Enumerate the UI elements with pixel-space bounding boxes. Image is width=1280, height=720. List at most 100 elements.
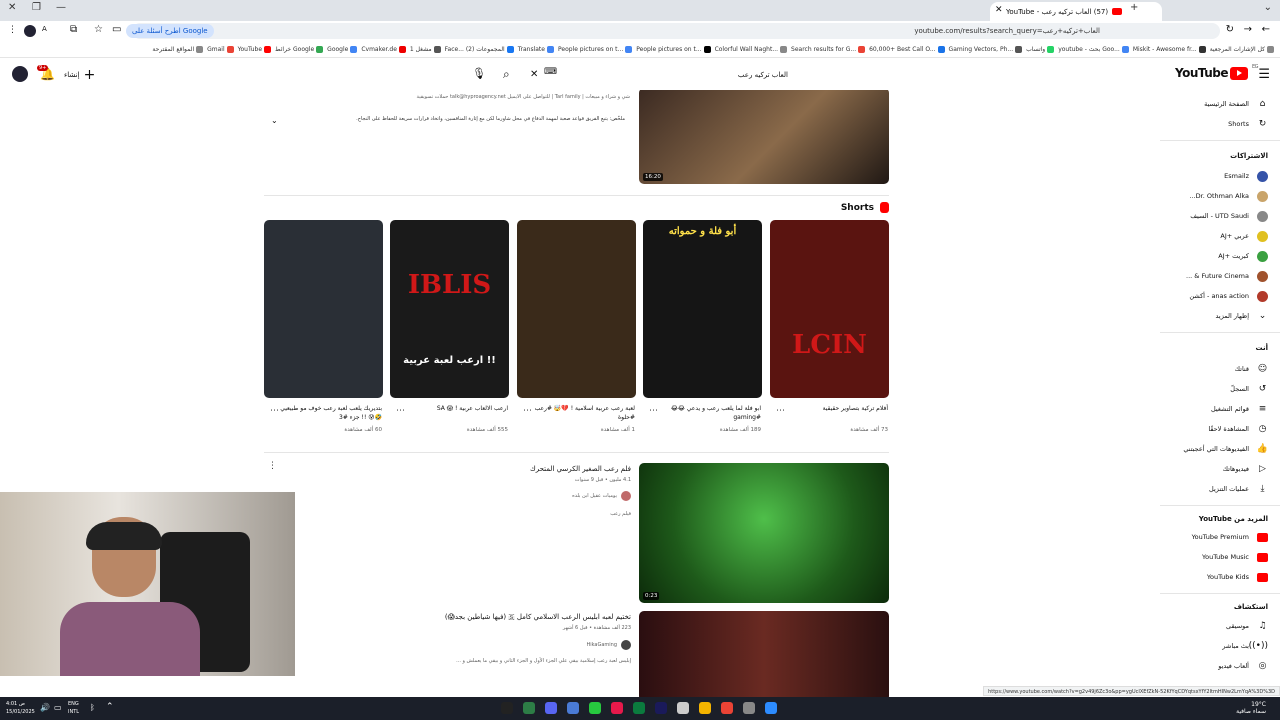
new-tab-icon[interactable]: +	[1130, 2, 1138, 13]
sidebar-item-you[interactable]: ▷ فيديوهاتك	[1223, 462, 1268, 476]
extensions-icon[interactable]: ⧉	[70, 24, 77, 35]
sidebar-item-you[interactable]: ☺ قناتك	[1235, 362, 1268, 376]
sidebar-subscriptions-header[interactable]: الاشتراكات	[1230, 152, 1268, 160]
profile-avatar[interactable]	[24, 25, 36, 37]
sidebar-item-show-more[interactable]: ⌄ إظهار المزيد	[1215, 309, 1268, 323]
taskbar-app-icon[interactable]	[743, 702, 755, 714]
bookmark-item[interactable]: مشغل 1	[410, 46, 441, 53]
sidebar-item-explore[interactable]: ♫ موسيقى	[1226, 619, 1268, 633]
bookmark-item[interactable]: Gaming Vectors, Ph...	[949, 46, 1023, 53]
volume-icon[interactable]: 🔊	[40, 703, 50, 712]
short-title[interactable]: ارعب الالعاب عربية ! 😱 SA	[398, 404, 508, 413]
create-button[interactable]: إنشاء +	[64, 67, 95, 83]
account-avatar[interactable]	[12, 66, 28, 82]
video3-channel[interactable]: HikaGaming	[300, 640, 631, 650]
taskbar-app-icon[interactable]	[699, 702, 711, 714]
expand-chevron-icon[interactable]: ⌄	[271, 116, 278, 125]
video2-title[interactable]: فلم رعب الصغير الكرسي المتحرك	[300, 465, 631, 473]
bookmark-item[interactable]: خرائط Google	[275, 46, 324, 53]
menu-hamburger-icon[interactable]: ☰	[1258, 67, 1270, 82]
bookmark-item[interactable]: Translate	[518, 46, 554, 53]
bookmark-item[interactable]: Google	[327, 46, 358, 53]
short-more-icon[interactable]: ⋯	[776, 406, 785, 416]
back-icon[interactable]: ←	[1262, 24, 1270, 35]
sidebar-item-subscription[interactable]: Future Cinema & ...	[1186, 269, 1268, 283]
taskbar-app-icon[interactable]	[655, 702, 667, 714]
taskbar-app-icon[interactable]	[589, 702, 601, 714]
language-indicator[interactable]: ENG INTL	[68, 700, 79, 716]
short-more-icon[interactable]: ⋯	[649, 406, 658, 416]
close-tab-icon[interactable]: ✕	[995, 5, 1003, 15]
bookmark-item[interactable]: Gmail	[207, 46, 234, 53]
video3-thumbnail[interactable]	[639, 611, 889, 697]
sidebar-you-header[interactable]: أنت	[1256, 344, 1268, 352]
short-title[interactable]: بتديريك يلعب لعبة رعب خوف مو طبيعيي 🤣😰 !…	[272, 404, 382, 422]
mic-icon[interactable]: 🎙	[472, 67, 486, 80]
taskbar-app-icon[interactable]	[523, 702, 535, 714]
keyboard-icon[interactable]: ⌨	[544, 67, 557, 77]
sidebar-item-subscription[interactable]: anas action - أكشن	[1189, 289, 1268, 303]
sidebar-item-youtube-product[interactable]: YouTube Kids	[1207, 570, 1268, 584]
sidebar-item-youtube-product[interactable]: YouTube Premium	[1192, 530, 1268, 544]
network-icon[interactable]: ▭	[54, 703, 62, 712]
taskbar-app-icon[interactable]	[501, 702, 513, 714]
bookmark-item[interactable]: People pictures on t...	[558, 46, 633, 53]
sidebar-item-you[interactable]: 👍 الفيديوهات التي أعجبتني	[1183, 442, 1268, 456]
sidebar-item-you[interactable]: ≡ قوائم التشغيل	[1211, 402, 1268, 416]
short-thumbnail[interactable]	[517, 220, 636, 398]
bookmark-item[interactable]: كل الإشارات المرجعية	[1210, 46, 1274, 53]
short-title[interactable]: لعبة رعب عربية اسلامية ! 💔🤯 #رعب #حلوة	[525, 404, 635, 422]
short-thumbnail[interactable]: LCIN	[770, 220, 889, 398]
sidebar-item-you[interactable]: ⤓ عمليات التنزيل	[1209, 482, 1268, 496]
short-title[interactable]: أفلام تركية بتصاوير حقيقية	[778, 404, 888, 413]
bookmark-item[interactable]: YouTube	[238, 46, 272, 53]
taskbar-app-icon[interactable]	[765, 702, 777, 714]
search-icon[interactable]: ⌕	[503, 67, 510, 82]
taskbar-app-icon[interactable]	[633, 702, 645, 714]
video2-thumbnail[interactable]: 0:23	[639, 463, 889, 603]
short-thumbnail[interactable]: أبو فلة و حمواته	[643, 220, 762, 398]
clear-search-icon[interactable]: ✕	[530, 69, 538, 80]
sidebar-item-shorts[interactable]: ↻ Shorts	[1228, 117, 1268, 131]
minimize-window-icon[interactable]: —	[56, 2, 66, 13]
forward-icon[interactable]: →	[1244, 24, 1252, 35]
bookmark-item[interactable]: 60,000+ Best Call O...	[869, 46, 945, 53]
video2-channel[interactable]: يوميات عقيل ابن بلده	[300, 491, 631, 501]
url-field[interactable]: اطرح أسئلة على Google youtube.com/result…	[126, 23, 1220, 39]
reload-icon[interactable]: ↻	[1226, 24, 1234, 35]
sidebar-item-youtube-product[interactable]: YouTube Music	[1202, 550, 1268, 564]
short-title[interactable]: ابو فلة لما يلعب رعب و يدعي 😂😂 #gaming	[651, 404, 761, 422]
bookmark-item[interactable]: People pictures on t...	[636, 46, 711, 53]
bookmark-item[interactable]: المواقع المقترحة	[152, 46, 204, 53]
restore-window-icon[interactable]: ❐	[32, 2, 41, 13]
ask-google-chip[interactable]: اطرح أسئلة على Google	[126, 24, 214, 38]
bookmark-item[interactable]: Face... (2) المجموعات	[445, 46, 514, 53]
sidebar-item-subscription[interactable]: Esmailz	[1224, 169, 1268, 183]
sidebar-item-explore[interactable]: ((•)) بث مباشر	[1222, 639, 1268, 653]
search-input[interactable]: العاب تركيه رعب	[528, 65, 796, 85]
bookmark-item[interactable]: Colorful Wall Naght...	[715, 46, 788, 53]
short-more-icon[interactable]: ⋯	[270, 406, 279, 416]
bookmark-item[interactable]: Miskit - Awesome fr...	[1133, 46, 1206, 53]
bookmark-item[interactable]: Cvmaker.de	[361, 46, 406, 53]
taskbar-app-icon[interactable]	[611, 702, 623, 714]
sidebar-item-you[interactable]: ◷ المشاهدة لاحقًا	[1208, 422, 1268, 436]
sidebar-item-explore[interactable]: ◎ ألعاب فيديو	[1218, 659, 1268, 673]
sidebar-item-subscription[interactable]: Dr. Othman Alka...	[1189, 189, 1268, 203]
short-more-icon[interactable]: ⋯	[523, 406, 532, 416]
clock[interactable]: 4:01 ص 15/01/2025	[6, 700, 35, 716]
taskbar-app-icon[interactable]	[677, 702, 689, 714]
sidebar-item-subscription[interactable]: UTD Saudi - السيف	[1190, 209, 1268, 223]
bookmark-item[interactable]: youtube - بحث Goo...	[1058, 46, 1129, 53]
bluetooth-icon[interactable]: ᛒ	[90, 703, 95, 712]
weather[interactable]: 19°C سماء صافية	[1236, 701, 1266, 715]
taskbar-app-icon[interactable]	[567, 702, 579, 714]
tab-search-icon[interactable]: ⌄	[1264, 2, 1272, 13]
youtube-logo[interactable]: YouTube EG	[1175, 64, 1259, 80]
sidebar-item-home[interactable]: ⌂ الصفحة الرئيسية	[1204, 97, 1268, 111]
menu-dots-icon[interactable]: ⋮	[8, 25, 17, 35]
video2-more-icon[interactable]: ⋮	[268, 461, 277, 471]
language-icon[interactable]: A	[42, 25, 47, 33]
tray-chevron-icon[interactable]: ⌃	[106, 702, 114, 712]
sidebar-item-subscription[interactable]: كبريت +AJ	[1218, 249, 1268, 263]
